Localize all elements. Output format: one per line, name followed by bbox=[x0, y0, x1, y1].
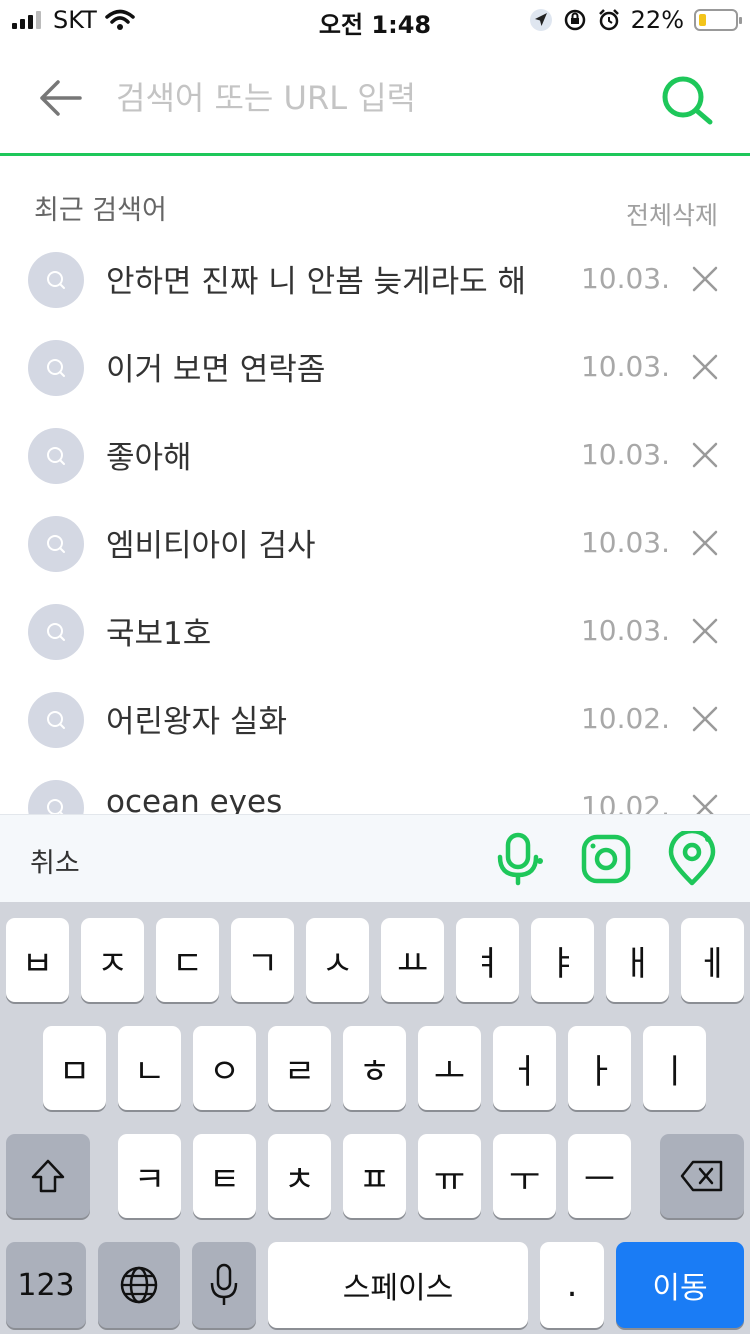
keyboard-accessory-bar: 취소 bbox=[0, 814, 750, 902]
shift-icon bbox=[31, 1159, 65, 1193]
key-ㅋ[interactable]: ㅋ bbox=[118, 1134, 181, 1218]
key-ㅎ[interactable]: ㅎ bbox=[343, 1026, 406, 1110]
key-ㅊ[interactable]: ㅊ bbox=[268, 1134, 331, 1218]
key-ㅐ[interactable]: ㅐ bbox=[606, 918, 669, 1002]
microphone-icon bbox=[210, 1263, 238, 1305]
recent-searches-list: 안하면 진짜 니 안봄 늦게라도 해 10.03. 이거 보면 연락좀 10.03. 좋… bbox=[0, 236, 750, 814]
close-icon[interactable] bbox=[690, 528, 720, 558]
recent-search-date: 10.03. bbox=[580, 350, 670, 383]
backspace-key[interactable] bbox=[660, 1134, 744, 1218]
back-arrow-icon[interactable] bbox=[36, 76, 84, 120]
recent-search-text[interactable]: 국보1호 bbox=[106, 608, 211, 653]
recent-search-item[interactable]: 좋아해 10.03. bbox=[0, 412, 750, 500]
battery-fill bbox=[699, 14, 706, 26]
search-history-icon bbox=[28, 692, 84, 748]
camera-lens-icon[interactable] bbox=[580, 831, 632, 887]
recent-search-date: 10.03. bbox=[580, 526, 670, 559]
recent-search-text[interactable]: 좋아해 bbox=[106, 432, 192, 477]
battery-percent: 22% bbox=[630, 6, 684, 34]
globe-key[interactable] bbox=[98, 1242, 180, 1328]
key-ㄴ[interactable]: ㄴ bbox=[118, 1026, 181, 1110]
recent-searches-header: 최근 검색어 전체삭제 bbox=[0, 186, 750, 230]
alarm-icon bbox=[598, 9, 619, 31]
key-ㅜ[interactable]: ㅜ bbox=[493, 1134, 556, 1218]
key-ㅁ[interactable]: ㅁ bbox=[43, 1026, 106, 1110]
recent-search-item[interactable]: 어린왕자 실화 10.02. bbox=[0, 676, 750, 764]
key-ㅕ[interactable]: ㅕ bbox=[456, 918, 519, 1002]
go-key[interactable]: 이동 bbox=[616, 1242, 744, 1328]
search-history-icon bbox=[28, 252, 84, 308]
key-ㅠ[interactable]: ㅠ bbox=[418, 1134, 481, 1218]
key-ㅍ[interactable]: ㅍ bbox=[343, 1134, 406, 1218]
key-ㅔ[interactable]: ㅔ bbox=[681, 918, 744, 1002]
recent-search-text[interactable]: 안하면 진짜 니 안봄 늦게라도 해 bbox=[106, 256, 526, 301]
search-history-icon bbox=[28, 340, 84, 396]
key-ㅏ[interactable]: ㅏ bbox=[568, 1026, 631, 1110]
cancel-button[interactable]: 취소 bbox=[30, 841, 80, 880]
key-ㅌ[interactable]: ㅌ bbox=[193, 1134, 256, 1218]
key-ㅡ[interactable]: ㅡ bbox=[568, 1134, 631, 1218]
search-header bbox=[0, 40, 750, 156]
key-ㅇ[interactable]: ㅇ bbox=[193, 1026, 256, 1110]
key-ㅓ[interactable]: ㅓ bbox=[493, 1026, 556, 1110]
recent-search-date: 10.02. bbox=[580, 702, 670, 735]
recent-search-date: 10.03. bbox=[580, 262, 670, 295]
key-ㅂ[interactable]: ㅂ bbox=[6, 918, 69, 1002]
recent-search-date: 10.03. bbox=[580, 438, 670, 471]
key-ㄱ[interactable]: ㄱ bbox=[231, 918, 294, 1002]
close-icon[interactable] bbox=[690, 352, 720, 382]
microphone-icon[interactable] bbox=[494, 831, 546, 887]
recent-search-text[interactable]: 엠비티아이 검사 bbox=[106, 520, 316, 565]
key-ㄷ[interactable]: ㄷ bbox=[156, 918, 219, 1002]
backspace-icon bbox=[680, 1160, 723, 1192]
keyboard: 123 스페이스 . 이동 ㅂㅈㄷㄱㅅㅛㅕㅑㅐㅔㅁㄴㅇㄹㅎㅗㅓㅏㅣㅋㅌㅊㅍㅠㅜㅡ bbox=[0, 902, 750, 1334]
battery-icon bbox=[694, 9, 742, 31]
location-pin-icon[interactable] bbox=[666, 831, 718, 887]
search-history-icon bbox=[28, 516, 84, 572]
numbers-key[interactable]: 123 bbox=[6, 1242, 86, 1328]
clear-all-button[interactable]: 전체삭제 bbox=[626, 196, 718, 232]
close-icon[interactable] bbox=[690, 440, 720, 470]
search-input[interactable] bbox=[116, 70, 636, 126]
key-ㅑ[interactable]: ㅑ bbox=[531, 918, 594, 1002]
period-key[interactable]: . bbox=[540, 1242, 604, 1328]
search-history-icon bbox=[28, 604, 84, 660]
recent-search-item[interactable]: 안하면 진짜 니 안봄 늦게라도 해 10.03. bbox=[0, 236, 750, 324]
location-icon bbox=[529, 9, 552, 31]
recent-searches-title: 최근 검색어 bbox=[34, 195, 167, 226]
close-icon[interactable] bbox=[690, 704, 720, 734]
close-icon[interactable] bbox=[690, 264, 720, 294]
key-ㅣ[interactable]: ㅣ bbox=[643, 1026, 706, 1110]
recent-search-item[interactable]: ocean eyes 10.02. bbox=[0, 764, 750, 814]
globe-icon bbox=[120, 1266, 158, 1304]
key-ㅗ[interactable]: ㅗ bbox=[418, 1026, 481, 1110]
recent-search-date: 10.02. bbox=[580, 790, 670, 814]
dictation-key[interactable] bbox=[192, 1242, 256, 1328]
recent-search-text[interactable]: ocean eyes bbox=[106, 784, 282, 814]
close-icon[interactable] bbox=[690, 792, 720, 814]
status-bar: SKT 오전 1:48 22% bbox=[0, 0, 750, 40]
search-history-icon bbox=[28, 428, 84, 484]
shift-key[interactable] bbox=[6, 1134, 90, 1218]
space-key[interactable]: 스페이스 bbox=[268, 1242, 528, 1328]
search-history-icon bbox=[28, 780, 84, 814]
recent-search-item[interactable]: 엠비티아이 검사 10.03. bbox=[0, 500, 750, 588]
recent-search-date: 10.03. bbox=[580, 614, 670, 647]
key-ㅅ[interactable]: ㅅ bbox=[306, 918, 369, 1002]
status-right: 22% bbox=[529, 6, 742, 34]
recent-search-item[interactable]: 국보1호 10.03. bbox=[0, 588, 750, 676]
recent-search-text[interactable]: 어린왕자 실화 bbox=[106, 696, 287, 741]
key-ㅛ[interactable]: ㅛ bbox=[381, 918, 444, 1002]
orientation-lock-icon bbox=[564, 9, 585, 31]
key-ㄹ[interactable]: ㄹ bbox=[268, 1026, 331, 1110]
recent-search-item[interactable]: 이거 보면 연락좀 10.03. bbox=[0, 324, 750, 412]
search-icon[interactable] bbox=[660, 74, 714, 126]
key-ㅈ[interactable]: ㅈ bbox=[81, 918, 144, 1002]
close-icon[interactable] bbox=[690, 616, 720, 646]
recent-search-text[interactable]: 이거 보면 연락좀 bbox=[106, 344, 325, 389]
